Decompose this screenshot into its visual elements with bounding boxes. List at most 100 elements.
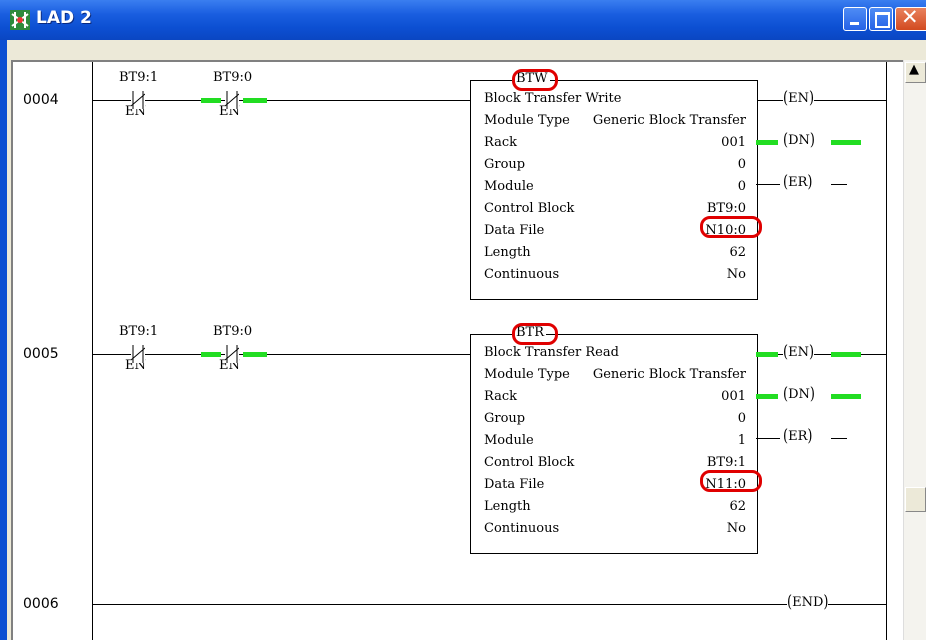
scroll-up-button[interactable]: ▲	[905, 62, 926, 83]
param-value[interactable]: 001	[721, 135, 746, 150]
energized-indicator	[243, 352, 267, 357]
output-wire	[756, 184, 780, 185]
instruction-param-row: Length 62	[484, 499, 746, 517]
contact-symbol	[224, 345, 240, 363]
output-coil[interactable]: (EN)	[783, 343, 815, 362]
rung-number: 0004	[23, 92, 59, 108]
instruction-title: Block Transfer Write	[484, 91, 622, 106]
param-label: Control Block	[484, 455, 575, 470]
normally-closed-contact[interactable]	[224, 91, 240, 109]
contact-address: BT9:0	[213, 70, 253, 85]
param-label: Module	[484, 179, 534, 194]
param-value[interactable]: 62	[729, 499, 746, 514]
instruction-param-row: Group 0	[484, 411, 746, 429]
param-label: Module	[484, 433, 534, 448]
instruction-title: Block Transfer Read	[484, 345, 619, 360]
param-label: Length	[484, 245, 531, 260]
left-power-rail	[92, 62, 93, 640]
output-coil[interactable]: (ER)	[783, 173, 813, 192]
scroll-thumb[interactable]	[905, 487, 926, 512]
param-value[interactable]: 0	[738, 157, 746, 172]
param-value[interactable]: 1	[738, 433, 746, 448]
instruction-param-row: Length 62	[484, 245, 746, 263]
normally-closed-contact[interactable]	[130, 91, 146, 109]
instruction-param-row: Module Type Generic Block Transfer	[484, 113, 746, 131]
param-label: Continuous	[484, 267, 560, 282]
output-coil[interactable]: (ER)	[783, 427, 813, 446]
maximize-button[interactable]	[869, 7, 893, 31]
rung-wire	[92, 100, 470, 101]
contact-address: BT9:0	[213, 324, 253, 339]
output-wire	[831, 438, 847, 439]
rung-number: 0005	[23, 346, 59, 362]
contact-address: BT9:1	[119, 70, 159, 85]
instruction-param-row: Continuous No	[484, 521, 746, 539]
param-value[interactable]: 62	[729, 245, 746, 260]
close-button[interactable]: ✕	[895, 5, 926, 31]
highlight-ring	[512, 69, 558, 91]
rung-wire	[92, 604, 887, 605]
highlight-ring	[700, 470, 762, 492]
param-label: Rack	[484, 135, 517, 150]
close-icon: ✕	[901, 5, 919, 29]
output-wire	[756, 438, 780, 439]
energized-indicator	[831, 394, 861, 399]
contact-symbol	[130, 345, 146, 363]
window-frame-left	[0, 40, 7, 640]
param-label: Length	[484, 499, 531, 514]
param-value[interactable]: No	[727, 521, 746, 536]
instruction-param-row: Module 1	[484, 433, 746, 451]
output-coil[interactable]: (DN)	[783, 385, 815, 404]
rung-number: 0006	[23, 596, 59, 612]
instruction-param-row: Module 0	[484, 179, 746, 197]
vertical-scrollbar[interactable]: ▲	[903, 60, 926, 640]
param-value[interactable]: Generic Block Transfer	[593, 113, 746, 128]
energized-indicator	[243, 98, 267, 103]
instruction-param-row: Continuous No	[484, 267, 746, 285]
param-label: Data File	[484, 477, 545, 492]
instruction-param-row: Group 0	[484, 157, 746, 175]
output-coil[interactable]: (EN)	[783, 89, 815, 108]
param-label: Module Type	[484, 367, 570, 382]
param-value[interactable]: No	[727, 267, 746, 282]
param-value[interactable]: 0	[738, 179, 746, 194]
energized-indicator	[756, 140, 778, 145]
energized-indicator	[201, 98, 221, 103]
output-wire	[831, 184, 847, 185]
energized-indicator	[831, 140, 861, 145]
param-label: Continuous	[484, 521, 560, 536]
btr-instruction-block[interactable]: BTR Block Transfer Read Module Type Generic…	[470, 325, 758, 554]
param-label: Module Type	[484, 113, 570, 128]
contact-symbol	[224, 91, 240, 109]
energized-indicator	[831, 352, 861, 357]
param-value[interactable]: Generic Block Transfer	[593, 367, 746, 382]
param-label: Group	[484, 157, 526, 172]
param-value[interactable]: BT9:1	[707, 455, 746, 470]
param-value[interactable]: BT9:0	[707, 201, 746, 216]
ladder-logic-icon	[10, 10, 30, 30]
energized-indicator	[201, 352, 221, 357]
highlight-ring	[512, 323, 558, 345]
minimize-button[interactable]	[843, 7, 867, 31]
rung-wire	[92, 354, 470, 355]
scroll-up-arrow-icon: ▲	[909, 62, 919, 77]
output-coil[interactable]: (DN)	[783, 131, 815, 150]
normally-closed-contact[interactable]	[224, 345, 240, 363]
param-value[interactable]: 0	[738, 411, 746, 426]
instruction-param-row: Rack 001	[484, 389, 746, 407]
btw-instruction-block[interactable]: BTW Block Transfer Write Module Type Generi…	[470, 71, 758, 300]
normally-closed-contact[interactable]	[130, 345, 146, 363]
energized-indicator	[756, 352, 778, 357]
window-title: LAD 2	[36, 8, 92, 28]
rung-wire	[756, 100, 887, 101]
contact-address: BT9:1	[119, 324, 159, 339]
highlight-ring	[700, 216, 762, 238]
param-label: Data File	[484, 223, 545, 238]
title-bar[interactable]: LAD 2 ✕	[0, 0, 926, 40]
instruction-param-row: Rack 001	[484, 135, 746, 153]
ladder-view[interactable]: 0004 BT9:1 EN BT9:0 EN BTW Block Transfer Writ…	[11, 60, 903, 640]
param-value[interactable]: 001	[721, 389, 746, 404]
param-label: Rack	[484, 389, 517, 404]
param-label: Control Block	[484, 201, 575, 216]
right-power-rail	[886, 62, 887, 640]
